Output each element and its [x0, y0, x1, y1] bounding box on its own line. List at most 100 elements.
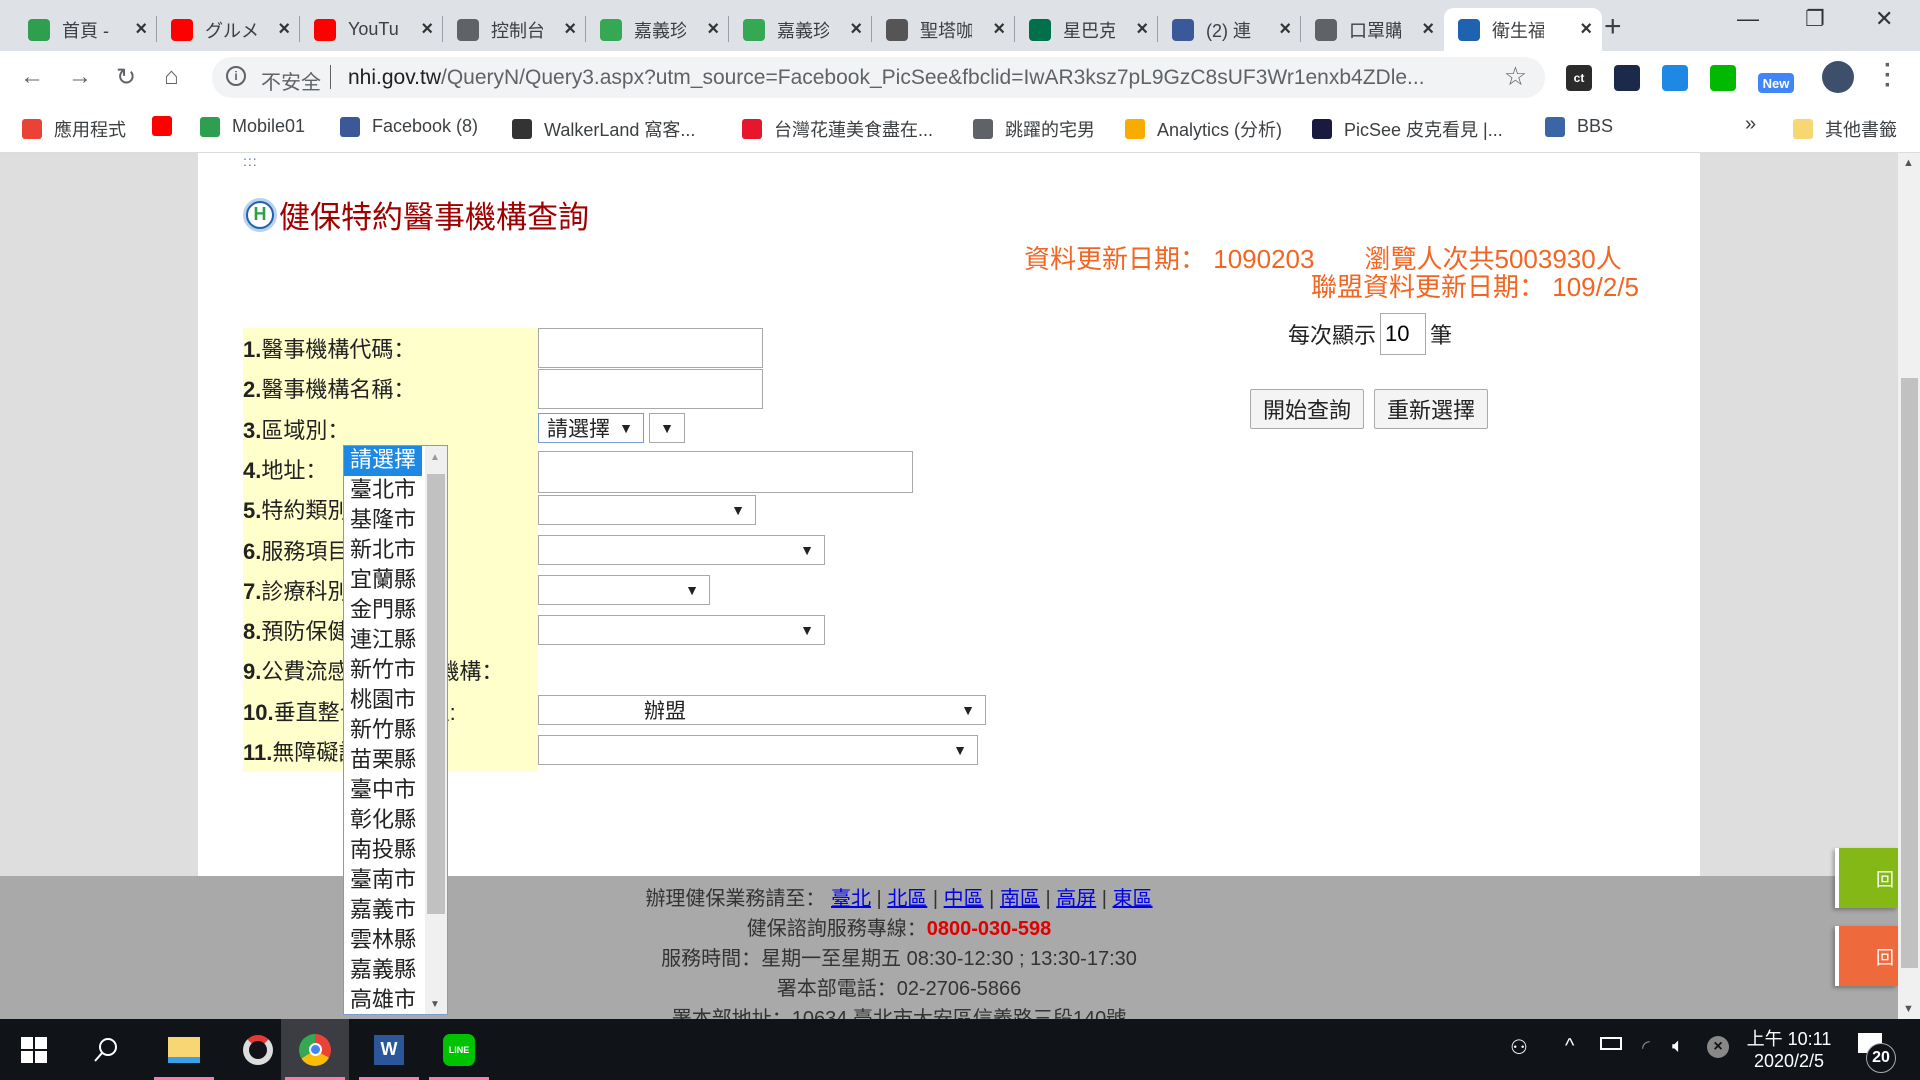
bookmark-item[interactable]: BBS: [1545, 116, 1613, 137]
battery-icon[interactable]: [1600, 1037, 1622, 1050]
address-input[interactable]: [538, 451, 913, 493]
start-button[interactable]: [0, 1019, 68, 1080]
ring-extension-icon[interactable]: [1614, 65, 1640, 91]
close-tab-icon[interactable]: ×: [1422, 18, 1434, 41]
institution-name-input[interactable]: [538, 369, 763, 409]
region-option[interactable]: 臺北市: [344, 476, 422, 506]
new-tab-button[interactable]: +: [1604, 10, 1622, 44]
tab-4[interactable]: 嘉義珍 ×: [586, 8, 729, 51]
tab-3[interactable]: 控制台 ×: [443, 8, 586, 51]
office-link[interactable]: 北區: [887, 888, 927, 910]
region-option[interactable]: 新竹市: [344, 656, 422, 686]
region-option[interactable]: 新竹縣: [344, 716, 422, 746]
bookmarks-overflow-button[interactable]: »: [1745, 113, 1756, 136]
clock[interactable]: 上午 10:11 2020/2/5: [1746, 1025, 1832, 1072]
ct-extension-icon[interactable]: ct: [1566, 65, 1592, 91]
close-tab-icon[interactable]: ×: [1580, 18, 1592, 41]
close-tab-icon[interactable]: ×: [421, 18, 433, 41]
region-select[interactable]: 請選擇 ▼: [538, 413, 644, 443]
other-bookmarks[interactable]: 其他書籤: [1793, 116, 1897, 142]
reset-button[interactable]: 重新選擇: [1374, 389, 1489, 429]
tab-10[interactable]: 衛生福 ×: [1444, 8, 1602, 51]
tab-9[interactable]: 口罩購 ×: [1301, 8, 1444, 51]
region-option[interactable]: 連江縣: [344, 626, 422, 656]
preventive-care-select[interactable]: ▼: [538, 615, 825, 645]
office-link[interactable]: 高屏: [1056, 888, 1096, 910]
file-explorer-button[interactable]: [150, 1019, 218, 1080]
close-tab-icon[interactable]: ×: [135, 18, 147, 41]
accessibility-select[interactable]: ▼: [538, 735, 978, 765]
district-select[interactable]: ▼: [649, 413, 685, 443]
close-tab-icon[interactable]: ×: [850, 18, 862, 41]
alliance-select[interactable]: 辦盟 ▼: [538, 695, 986, 725]
profile-avatar[interactable]: [1822, 61, 1854, 93]
bookmark-item[interactable]: PicSee 皮克看見 |...: [1312, 116, 1503, 142]
search-button[interactable]: 開始查詢: [1250, 389, 1365, 429]
float-button-green[interactable]: 回: [1835, 848, 1898, 908]
user-extension-icon[interactable]: [1662, 65, 1688, 91]
bookmark-item[interactable]: [152, 116, 184, 136]
region-option[interactable]: 苗栗縣: [344, 746, 422, 776]
bookmark-item[interactable]: Facebook (8): [340, 116, 478, 137]
dropdown-scroll-thumb[interactable]: [427, 474, 445, 914]
tab-0[interactable]: 首頁 - ×: [14, 8, 157, 51]
region-option[interactable]: 彰化縣: [344, 806, 422, 836]
chrome-button[interactable]: [281, 1019, 349, 1080]
home-icon[interactable]: ⌂: [164, 63, 179, 91]
institution-code-input[interactable]: [538, 328, 763, 368]
scroll-up-icon[interactable]: ▲: [430, 452, 440, 463]
show-hidden-icons[interactable]: ^: [1565, 1035, 1574, 1058]
network-error-icon[interactable]: ×: [1707, 1036, 1729, 1058]
page-scroll-thumb[interactable]: [1901, 378, 1918, 968]
contract-type-select[interactable]: ▼: [538, 495, 756, 525]
close-tab-icon[interactable]: ×: [707, 18, 719, 41]
address-bar[interactable]: i 不安全 nhi.gov.tw/QueryN/Query3.aspx?utm_…: [212, 57, 1545, 98]
scroll-up-icon[interactable]: ▲: [1903, 157, 1914, 169]
line-button[interactable]: LINE: [425, 1019, 493, 1080]
region-option[interactable]: 新北市: [344, 536, 422, 566]
region-option[interactable]: 嘉義市: [344, 896, 422, 926]
region-option[interactable]: 桃園市: [344, 686, 422, 716]
bookmark-star-icon[interactable]: ☆: [1504, 61, 1527, 92]
department-select[interactable]: ▼: [538, 575, 710, 605]
service-item-select[interactable]: ▼: [538, 535, 825, 565]
per-page-input[interactable]: [1380, 313, 1427, 355]
wifi-icon[interactable]: ◜: [1642, 1035, 1650, 1060]
region-option[interactable]: 南投縣: [344, 836, 422, 866]
office-link[interactable]: 臺北: [831, 888, 871, 910]
close-tab-icon[interactable]: ×: [564, 18, 576, 41]
close-tab-icon[interactable]: ×: [993, 18, 1005, 41]
scroll-down-icon[interactable]: ▼: [430, 999, 440, 1010]
close-tab-icon[interactable]: ×: [278, 18, 290, 41]
share-extension-icon[interactable]: [1710, 65, 1736, 91]
minimize-button[interactable]: —: [1737, 6, 1759, 32]
bookmark-item[interactable]: WalkerLand 窩客...: [512, 116, 695, 142]
scroll-down-icon[interactable]: ▼: [1903, 1003, 1914, 1015]
bookmark-item[interactable]: 應用程式: [22, 116, 126, 142]
restore-button[interactable]: ❐: [1805, 6, 1825, 32]
bookmark-item[interactable]: Analytics (分析): [1125, 116, 1282, 142]
region-option[interactable]: 金門縣: [344, 596, 422, 626]
skip-link[interactable]: :::: [243, 153, 258, 169]
forward-icon[interactable]: →: [68, 63, 92, 91]
close-tab-icon[interactable]: ×: [1279, 18, 1291, 41]
close-tab-icon[interactable]: ×: [1136, 18, 1148, 41]
region-option[interactable]: 嘉義縣: [344, 956, 422, 986]
back-icon[interactable]: ←: [20, 63, 44, 91]
bookmark-item[interactable]: Mobile01: [200, 116, 305, 137]
tab-6[interactable]: 聖塔咖 ×: [872, 8, 1015, 51]
new-extension-icon[interactable]: New: [1758, 73, 1794, 93]
info-icon[interactable]: i: [226, 66, 246, 86]
tab-2[interactable]: YouTu ×: [300, 8, 443, 51]
url-text[interactable]: nhi.gov.tw/QueryN/Query3.aspx?utm_source…: [348, 66, 1425, 90]
people-icon[interactable]: ⚇: [1510, 1035, 1528, 1060]
office-link[interactable]: 東區: [1113, 888, 1153, 910]
close-window-button[interactable]: ✕: [1875, 6, 1893, 32]
bookmark-item[interactable]: 跳躍的宅男: [973, 116, 1095, 142]
dropdown-scrollbar[interactable]: ▲ ▼: [425, 446, 447, 1014]
office-link[interactable]: 南區: [1000, 888, 1040, 910]
region-option[interactable]: 基隆市: [344, 506, 422, 536]
search-button[interactable]: [72, 1019, 140, 1080]
tab-8[interactable]: (2) 連 ×: [1158, 8, 1301, 51]
float-button-orange[interactable]: 回: [1835, 926, 1898, 986]
